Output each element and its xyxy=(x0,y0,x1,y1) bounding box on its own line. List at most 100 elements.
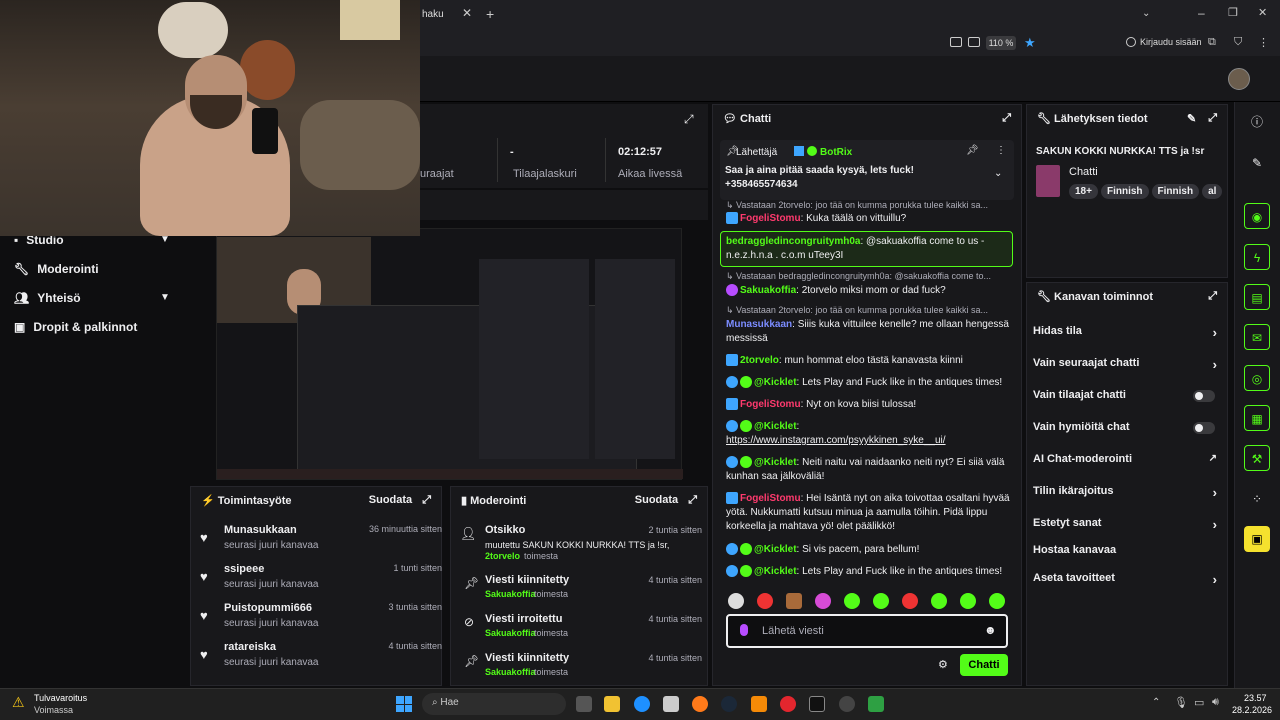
tag[interactable]: Finnish xyxy=(1151,184,1200,199)
expand-icon[interactable]: ⤢ xyxy=(422,494,431,507)
avatar[interactable] xyxy=(1228,68,1250,90)
clock-date[interactable]: 28.2.2026 xyxy=(1232,705,1272,715)
tag[interactable]: Finnish xyxy=(1100,184,1149,199)
activity-filter-button[interactable]: Suodata xyxy=(369,494,412,506)
expand-icon[interactable]: ⤢ xyxy=(1208,290,1217,303)
mic-icon[interactable]: 🎙︎ xyxy=(1174,696,1188,709)
chat-link[interactable]: https://www.instagram.com/psyykkinen_syk… xyxy=(726,435,946,446)
emote-icon[interactable] xyxy=(757,593,773,609)
edit-icon[interactable]: ✎ xyxy=(1244,150,1270,176)
zoom-level[interactable]: 110 % xyxy=(986,36,1016,50)
chevron-down-icon[interactable]: ⌄ xyxy=(1142,8,1150,19)
emote-icon[interactable] xyxy=(786,593,802,609)
lightning-icon[interactable]: ϟ xyxy=(1244,244,1270,270)
chevron-up-icon[interactable]: ⌃ xyxy=(1152,697,1160,708)
nav-item-dropit[interactable]: ▣ Dropit & palkinnot xyxy=(14,320,137,334)
emote-icon[interactable] xyxy=(902,593,918,609)
windows-start-icon[interactable] xyxy=(396,696,412,712)
mic-icon[interactable] xyxy=(740,624,748,636)
layout-icon[interactable]: ▦ xyxy=(1244,405,1270,431)
edit-icon[interactable]: ✎ xyxy=(1187,112,1196,125)
channel-action-ai-moderation[interactable]: AI Chat-moderointi ↗ xyxy=(1033,453,1223,465)
shield-icon[interactable]: ⛉ xyxy=(1234,36,1242,49)
chevron-down-icon[interactable]: ▼ xyxy=(160,292,170,303)
emote-icon[interactable] xyxy=(989,593,1005,609)
file-explorer-icon[interactable] xyxy=(604,696,620,712)
login-button[interactable]: Kirjaudu sisään xyxy=(1140,37,1202,47)
picture-in-picture-icon[interactable] xyxy=(950,37,962,47)
channel-action-subscribers-only[interactable]: Vain tilaajat chatti xyxy=(1033,389,1223,402)
chat-bubble-icon[interactable]: ✉ xyxy=(1244,324,1270,350)
emote-icon[interactable] xyxy=(728,593,744,609)
edge-icon[interactable] xyxy=(634,696,650,712)
browser-tab[interactable]: haku xyxy=(418,3,486,27)
tag[interactable]: 18+ xyxy=(1069,184,1098,199)
more-icon[interactable]: ⋮ xyxy=(996,145,1006,156)
emote-icon[interactable] xyxy=(844,593,860,609)
firefox-icon[interactable] xyxy=(692,696,708,712)
emote-icon[interactable] xyxy=(960,593,976,609)
channel-action-host[interactable]: Hostaa kanavaa xyxy=(1033,544,1223,556)
expand-icon[interactable]: ⤢ xyxy=(1002,112,1011,125)
network-icon[interactable]: ▭ xyxy=(1194,696,1204,709)
steam-icon[interactable] xyxy=(721,696,737,712)
bot-icon xyxy=(726,543,738,556)
clapper-icon[interactable]: ▣ xyxy=(1244,526,1270,552)
expand-icon[interactable]: ⤢ xyxy=(684,112,694,127)
emote-icon[interactable] xyxy=(931,593,947,609)
nav-item-yhteiso[interactable]: 👥︎ Yhteisö xyxy=(14,291,81,305)
obs-icon[interactable] xyxy=(839,696,855,712)
nav-item-moderointi[interactable]: 🔧︎ Moderointi xyxy=(14,262,99,276)
channel-action-followers-only[interactable]: Vain seuraajat chatti › xyxy=(1033,357,1223,372)
screenshot-icon[interactable] xyxy=(968,37,980,47)
pin-action-icon[interactable]: 📌︎ xyxy=(966,145,979,156)
extensions-icon[interactable]: ⧉ xyxy=(1208,36,1216,49)
minimize-icon[interactable]: – xyxy=(1198,6,1205,20)
tag[interactable]: al xyxy=(1202,184,1223,199)
moderation-filter-button[interactable]: Suodata xyxy=(635,494,678,506)
star-icon[interactable]: ★ xyxy=(1024,35,1036,51)
emoji-icon[interactable]: ☻ xyxy=(984,623,997,637)
channel-action-emote-only[interactable]: Vain hymiöitä chat xyxy=(1033,421,1223,434)
expand-icon[interactable]: ⤢ xyxy=(688,494,697,507)
terminal-icon[interactable] xyxy=(809,696,825,712)
people-icon: 👥︎ xyxy=(14,291,30,305)
channel-action-slow-mode[interactable]: Hidas tila › xyxy=(1033,325,1223,340)
subscribers-only-toggle[interactable] xyxy=(1193,390,1215,402)
channel-action-age-restriction[interactable]: Tilin ikärajoitus › xyxy=(1033,485,1223,500)
category-name[interactable]: Chatti xyxy=(1069,166,1098,178)
verified-icon xyxy=(740,420,752,433)
close-window-icon[interactable]: ✕ xyxy=(1258,6,1267,19)
unpin-icon: ⊘ xyxy=(464,615,475,629)
task-view-icon[interactable] xyxy=(576,696,592,712)
store-icon[interactable] xyxy=(663,696,679,712)
tab-close-icon[interactable]: ✕ xyxy=(462,6,472,20)
stats-footer xyxy=(418,190,708,220)
chat-input[interactable]: Lähetä viesti ☻ xyxy=(726,614,1008,648)
taskbar-search[interactable]: ⌕ Hae xyxy=(422,693,566,715)
volume-icon[interactable]: 🔊︎ xyxy=(1212,696,1219,709)
wrench-icon[interactable]: ⚒ xyxy=(1244,445,1270,471)
send-chat-button[interactable]: Chatti xyxy=(960,654,1008,676)
dots-icon[interactable]: ⁘ xyxy=(1244,486,1270,512)
chevron-down-icon[interactable]: ⌄ xyxy=(994,168,1002,179)
info-icon[interactable]: ⓘ xyxy=(1244,109,1270,135)
notepad-icon[interactable] xyxy=(868,696,884,712)
channel-action-goals[interactable]: Aseta tavoitteet › xyxy=(1033,572,1223,587)
clock-time[interactable]: 23.57 xyxy=(1244,693,1267,703)
camera-icon[interactable]: ◉ xyxy=(1244,203,1270,229)
new-tab-button[interactable]: + xyxy=(486,6,494,22)
maximize-icon[interactable]: ❐ xyxy=(1228,6,1238,19)
menu-icon[interactable]: ⋮ xyxy=(1258,36,1269,49)
emote-icon[interactable] xyxy=(815,593,831,609)
emote-icon[interactable] xyxy=(873,593,889,609)
vlc-icon[interactable] xyxy=(751,696,767,712)
expand-icon[interactable]: ⤢ xyxy=(1208,112,1217,125)
document-icon[interactable]: ▤ xyxy=(1244,284,1270,310)
channel-action-blocked-words[interactable]: Estetyt sanat › xyxy=(1033,517,1223,532)
gear-icon[interactable]: ⚙ xyxy=(938,658,948,671)
weather-title[interactable]: Tulvavaroitus xyxy=(34,693,87,703)
broadcast-icon[interactable]: ◎ xyxy=(1244,365,1270,391)
opera-icon[interactable] xyxy=(780,696,796,712)
emote-only-toggle[interactable] xyxy=(1193,422,1215,434)
